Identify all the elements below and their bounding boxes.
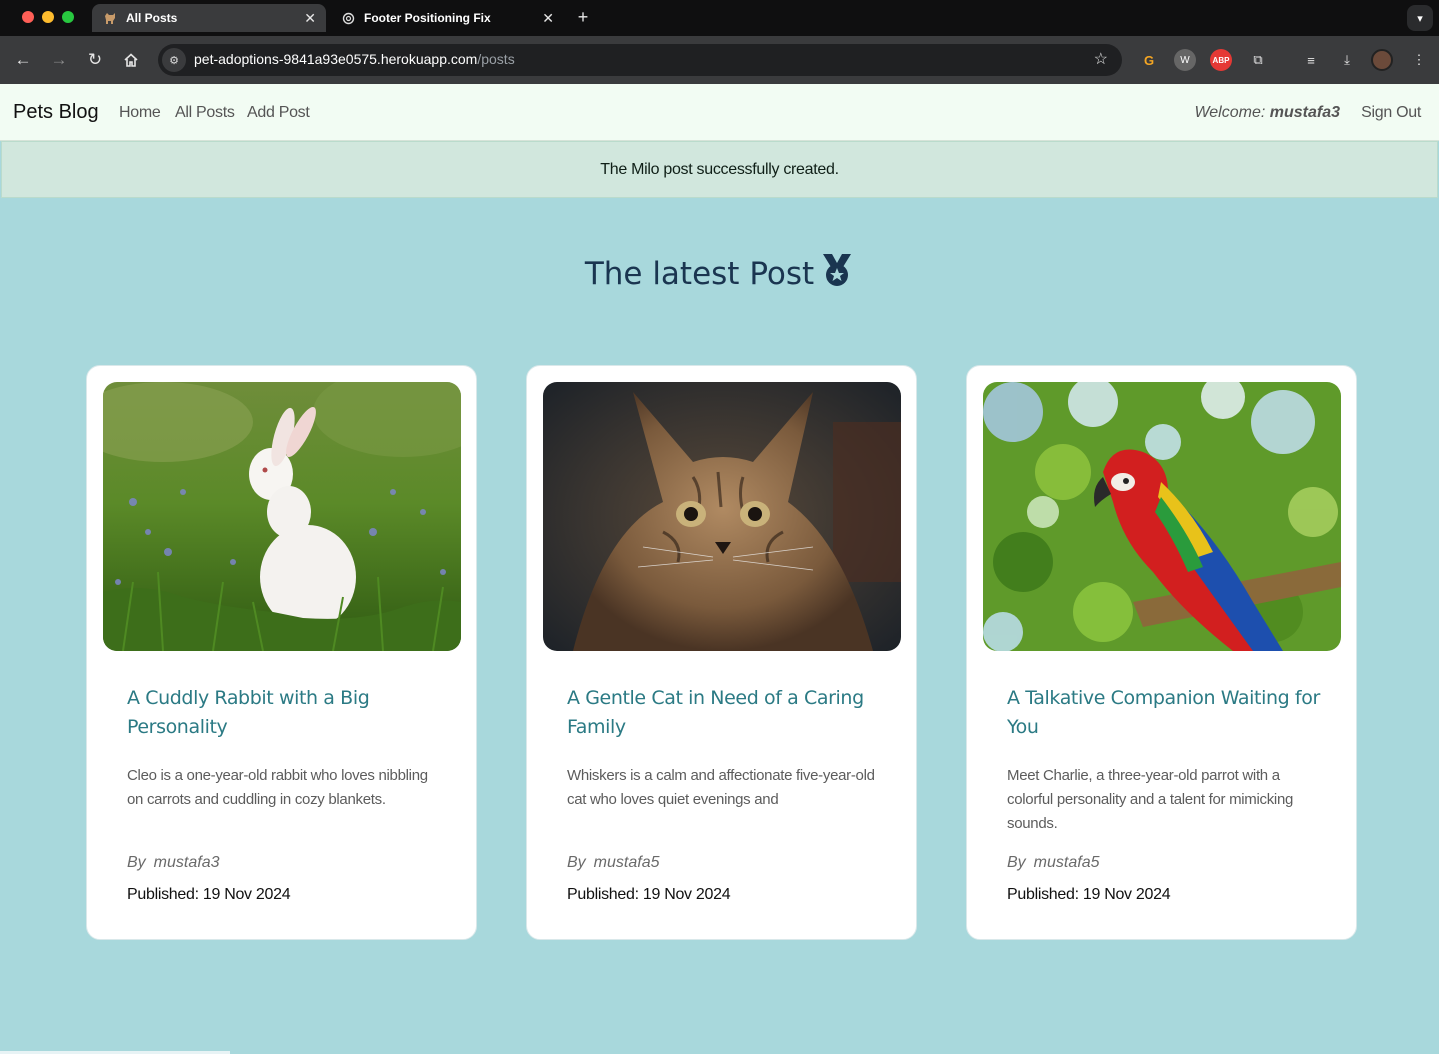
bookmark-star-icon[interactable]: ☆ <box>1094 49 1108 69</box>
post-author: By mustafa5 <box>1007 854 1099 872</box>
post-published-date: Published: 19 Nov 2024 <box>127 886 291 903</box>
post-card[interactable]: A Talkative Companion Waiting for You Me… <box>966 365 1357 940</box>
site-settings-icon[interactable]: ⚙ <box>162 48 186 72</box>
success-alert: The Milo post successfully created. <box>1 141 1438 198</box>
by-label: By <box>127 854 146 871</box>
post-description: Meet Charlie, a three-year-old parrot wi… <box>1007 767 1294 832</box>
minimize-window-button[interactable] <box>42 11 54 23</box>
maximize-window-button[interactable] <box>62 11 74 23</box>
browser-tab-footer-fix[interactable]: Footer Positioning Fix ✕ <box>330 4 564 32</box>
page-title: The latest Post <box>584 256 815 292</box>
nav-link-add-post[interactable]: Add Post <box>247 104 310 122</box>
reload-icon[interactable]: ↻ <box>83 48 107 72</box>
post-card[interactable]: A Cuddly Rabbit with a Big Personality C… <box>86 365 477 940</box>
welcome-prefix: Welcome: <box>1194 104 1266 121</box>
browser-tab-bar: All Posts ✕ Footer Positioning Fix ✕ + ▾ <box>0 0 1439 36</box>
forward-icon[interactable]: → <box>47 48 71 72</box>
openai-icon <box>340 10 356 26</box>
post-published-date: Published: 19 Nov 2024 <box>1007 886 1171 903</box>
cat-photo[interactable] <box>543 382 901 651</box>
medal-icon <box>820 252 854 296</box>
post-title[interactable]: A Gentle Cat in Need of a Caring Family <box>567 684 887 742</box>
site-navbar: Pets Blog Home All Posts Add Post Welcom… <box>0 84 1439 141</box>
address-bar[interactable]: ⚙ pet-adoptions-9841a93e0575.herokuapp.c… <box>158 44 1122 76</box>
grammarly-extension-icon[interactable]: G <box>1138 49 1160 71</box>
back-icon[interactable]: ← <box>11 48 35 72</box>
reading-list-icon[interactable]: ≡ <box>1300 49 1322 71</box>
dog-icon <box>102 10 118 26</box>
url-text: pet-adoptions-9841a93e0575.herokuapp.com… <box>194 51 515 67</box>
author-name: mustafa5 <box>1033 854 1100 871</box>
post-description: Whiskers is a calm and affectionate five… <box>567 767 875 808</box>
post-author: By mustafa3 <box>127 854 219 872</box>
post-published-date: Published: 19 Nov 2024 <box>567 886 731 903</box>
w-extension-icon[interactable]: W <box>1174 49 1196 71</box>
tab-title: Footer Positioning Fix <box>364 11 491 25</box>
page-heading: The latest Post <box>0 252 1439 296</box>
welcome-username: mustafa3 <box>1269 104 1340 121</box>
rabbit-photo[interactable] <box>103 382 461 651</box>
by-label: By <box>567 854 586 871</box>
brand-link[interactable]: Pets Blog <box>13 101 99 124</box>
author-name: mustafa3 <box>153 854 220 871</box>
sign-out-link[interactable]: Sign Out <box>1361 104 1421 122</box>
nav-link-all-posts[interactable]: All Posts <box>175 104 235 122</box>
post-author: By mustafa5 <box>567 854 659 872</box>
post-description: Cleo is a one-year-old rabbit who loves … <box>127 767 428 808</box>
browser-menu-icon[interactable]: ⋮ <box>1408 49 1430 71</box>
by-label: By <box>1007 854 1026 871</box>
close-window-button[interactable] <box>22 11 34 23</box>
post-card[interactable]: A Gentle Cat in Need of a Caring Family … <box>526 365 917 940</box>
extensions-puzzle-icon[interactable]: ⧉ <box>1247 49 1269 71</box>
parrot-photo[interactable] <box>983 382 1341 651</box>
author-name: mustafa5 <box>593 854 660 871</box>
tab-search-chevron-icon[interactable]: ▾ <box>1407 5 1433 31</box>
post-title[interactable]: A Cuddly Rabbit with a Big Personality <box>127 684 447 742</box>
adblock-extension-icon[interactable]: ABP <box>1210 49 1232 71</box>
url-path: /posts <box>477 51 515 67</box>
download-icon[interactable]: ⤓ <box>1336 49 1358 71</box>
profile-avatar[interactable] <box>1371 49 1393 71</box>
close-tab-icon[interactable]: ✕ <box>542 10 554 27</box>
alert-message: The Milo post successfully created. <box>600 161 839 178</box>
new-tab-button[interactable]: + <box>572 6 594 28</box>
post-title[interactable]: A Talkative Companion Waiting for You <box>1007 684 1327 742</box>
close-tab-icon[interactable]: ✕ <box>304 10 316 27</box>
browser-tab-all-posts[interactable]: All Posts ✕ <box>92 4 326 32</box>
browser-toolbar: ← → ↻ ⚙ pet-adoptions-9841a93e0575.herok… <box>0 36 1439 84</box>
tab-title: All Posts <box>126 11 178 25</box>
nav-link-home[interactable]: Home <box>119 104 161 122</box>
welcome-text: Welcome: mustafa3 <box>1194 104 1340 122</box>
home-icon[interactable] <box>119 48 143 72</box>
url-host: pet-adoptions-9841a93e0575.herokuapp.com <box>194 51 478 67</box>
